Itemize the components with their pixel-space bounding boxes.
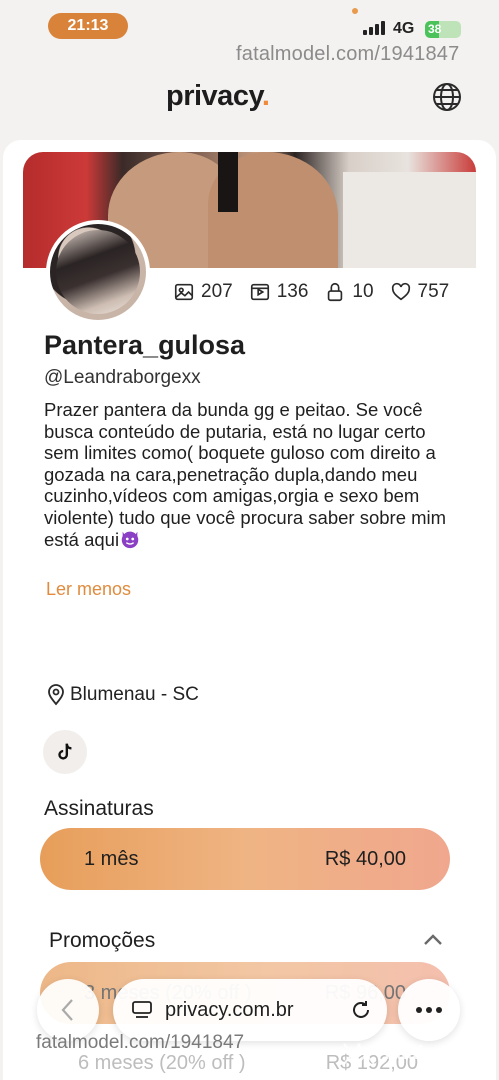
videos-count: 136 — [276, 281, 309, 302]
watermark-logo-text: fatalmodel — [384, 1043, 480, 1064]
devil-emoji-icon — [121, 531, 139, 549]
location: Blumenau - SC — [46, 684, 199, 706]
reload-icon[interactable] — [349, 998, 373, 1022]
tiktok-button[interactable] — [43, 730, 87, 774]
profile-bio: Prazer pantera da bunda gg e peitao. Se … — [44, 399, 462, 551]
plan-period: 1 mês — [84, 847, 139, 870]
network-label: 4G — [393, 20, 415, 37]
likes-count: 757 — [417, 281, 450, 302]
bio-text: Prazer pantera da bunda gg e peitao. Se … — [44, 399, 447, 550]
locked-stat: 10 — [324, 281, 374, 303]
videos-stat: 136 — [249, 281, 309, 303]
promo-period-2: 6 meses (20% off ) — [78, 1052, 246, 1074]
watermark-logo-icon — [343, 1043, 375, 1065]
brand-dot: . — [261, 80, 270, 112]
subscription-plan-button[interactable]: 1 mês R$ 40,00 — [40, 828, 450, 890]
url-text: privacy.com.br — [165, 998, 294, 1021]
photos-stat: 207 — [173, 281, 233, 303]
heart-icon — [391, 282, 410, 301]
more-menu-button[interactable] — [398, 979, 460, 1041]
watermark-logo: fatalmodel — [340, 1040, 479, 1068]
likes-stat: 757 — [390, 281, 450, 303]
brand-name: privacy — [166, 80, 262, 112]
watermark-text: fatalmodel.com/1941847 — [236, 43, 460, 65]
chevron-left-icon — [61, 999, 73, 1021]
avatar[interactable] — [46, 220, 150, 324]
plan-price: R$ 40,00 — [324, 847, 406, 870]
read-less-link[interactable]: Ler menos — [46, 579, 131, 600]
profile-handle: @Leandraborgexx — [44, 367, 201, 388]
watermark-text-bottom: fatalmodel.com/1941847 — [36, 1032, 245, 1053]
profile-stats: 207 136 10 757 — [173, 280, 449, 304]
lock-icon — [328, 282, 343, 302]
chevron-up-icon[interactable] — [420, 930, 446, 950]
location-pin-icon — [48, 684, 64, 706]
brand-logo[interactable]: privacy. — [166, 80, 270, 113]
privacy-indicator-dot — [352, 8, 358, 14]
image-icon — [174, 283, 194, 301]
tabs-icon — [132, 1001, 152, 1018]
locked-count: 10 — [352, 281, 374, 302]
signal-icon — [363, 21, 385, 35]
video-icon — [250, 283, 269, 301]
tiktok-icon — [58, 743, 72, 760]
battery-percent: 38 — [428, 22, 442, 36]
subscriptions-title: Assinaturas — [44, 797, 154, 820]
status-time: 21:13 — [48, 13, 128, 39]
profile-name: Pantera_gulosa — [44, 330, 246, 360]
location-text: Blumenau - SC — [70, 684, 199, 705]
globe-icon[interactable] — [431, 81, 463, 113]
battery-icon: 38 — [425, 21, 461, 38]
photos-count: 207 — [201, 281, 233, 302]
promotions-title[interactable]: Promoções — [49, 929, 155, 953]
